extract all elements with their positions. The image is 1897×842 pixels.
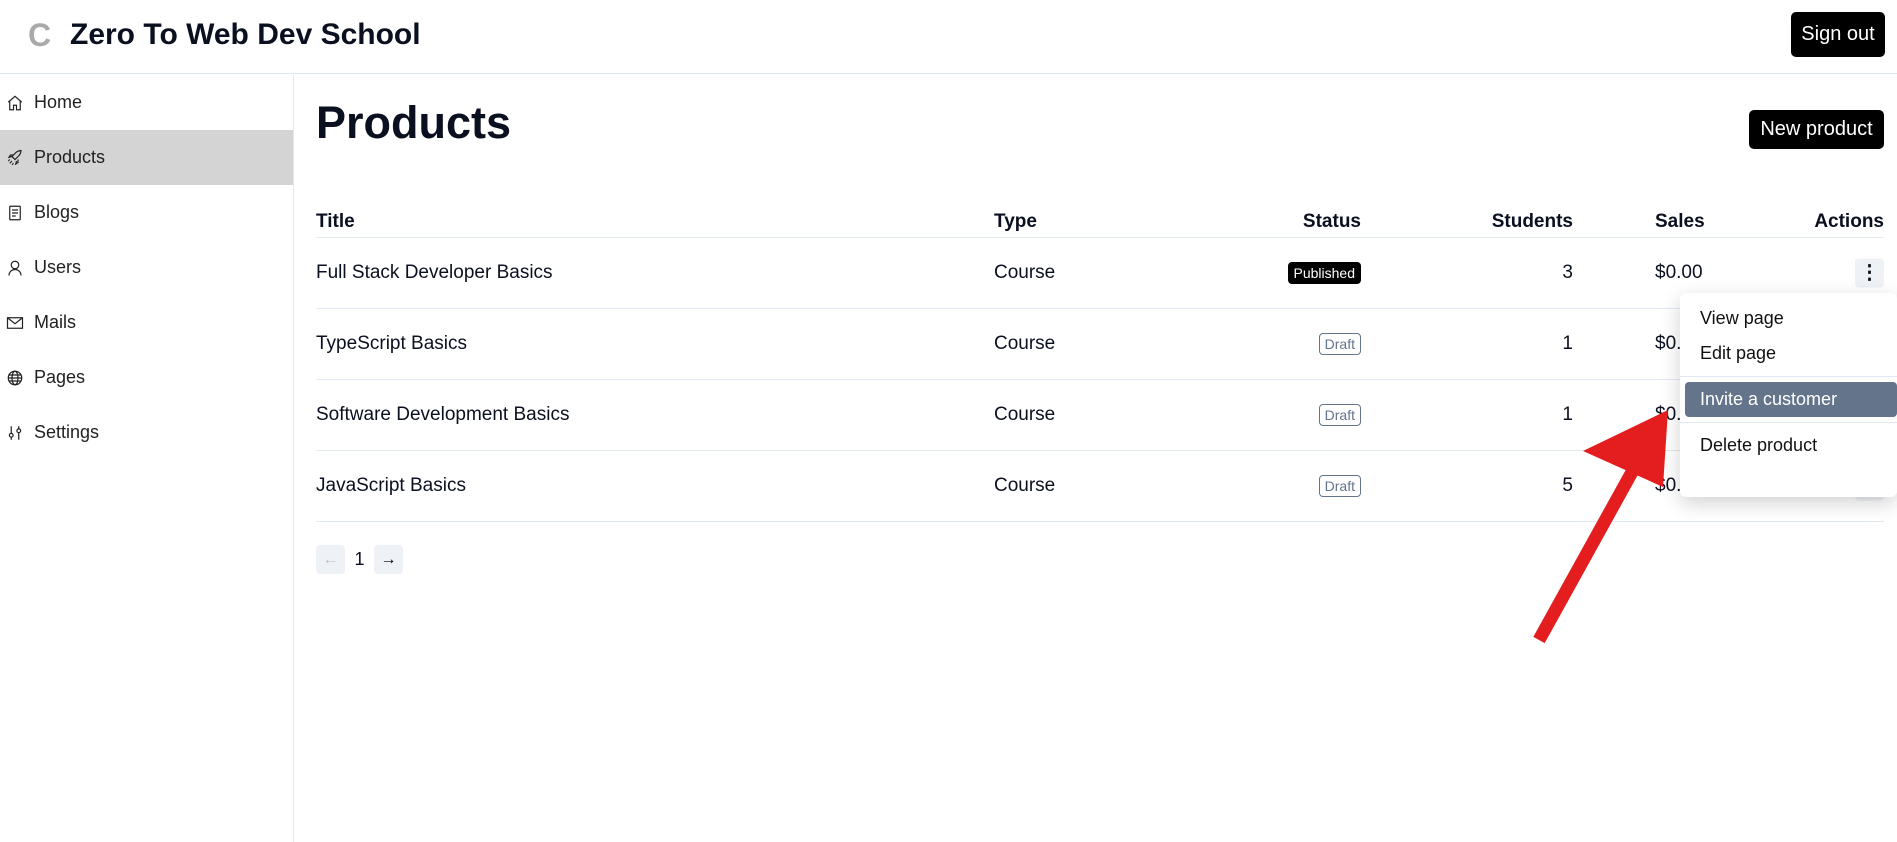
document-icon [9,205,21,220]
table-row: Full Stack Developer Basics Course Publi… [316,238,1884,309]
product-title[interactable]: TypeScript Basics [316,333,467,355]
home-icon [7,94,23,110]
menu-item-delete-product[interactable]: Delete product [1685,428,1897,463]
product-actions-menu: View page Edit page Invite a customer De… [1680,293,1897,497]
status-badge: Draft [1318,333,1361,355]
sidebar-item-label: Mails [34,312,77,332]
students-count: 5 [1562,475,1573,496]
brand-title: Zero To Web Dev School [70,18,421,51]
column-students: Students [1491,211,1573,232]
sidebar: Home Products Blogs Users Mails Pages Se… [0,75,294,842]
product-title[interactable]: Software Development Basics [316,404,569,426]
mail-icon [6,316,24,329]
students-count: 1 [1562,404,1573,425]
status-badge: Published [1287,262,1361,284]
menu-divider [1680,422,1897,423]
status-badge: Draft [1318,475,1361,497]
table-row: Software Development Basics Course Draft… [316,380,1884,451]
table-header: Title Type Status Students Sales Actions [316,205,1884,238]
table-row: TypeScript Basics Course Draft 1 $0.00 ⋮ [316,309,1884,380]
new-product-button[interactable]: New product [1749,110,1884,149]
students-count: 3 [1562,262,1573,283]
page-title: Products [316,97,512,148]
sidebar-item-label: Settings [34,422,100,442]
sidebar-item-blogs[interactable]: Blogs [0,185,293,240]
column-title: Title [316,211,355,232]
user-icon [8,260,22,276]
product-type: Course [994,475,1056,496]
product-type: Course [994,262,1056,283]
row-actions: ⋮ [1855,258,1884,288]
next-page-button[interactable]: → [374,545,403,574]
product-type: Course [994,333,1056,354]
menu-item-edit-page[interactable]: Edit page [1685,336,1897,371]
status-badge: Draft [1318,404,1361,426]
rocket-icon [7,149,22,165]
current-page[interactable]: 1 [345,549,374,570]
sidebar-item-settings[interactable]: Settings [0,405,293,460]
students-count: 1 [1562,333,1573,354]
prev-page-button[interactable]: ← [316,545,345,574]
status-badge-label: Draft [1318,475,1361,497]
column-type: Type [994,211,1037,232]
sidebar-item-label: Blogs [34,202,80,222]
menu-item-invite-customer[interactable]: Invite a customer [1685,382,1897,417]
sidebar-item-label: Users [34,257,82,277]
sidebar-item-label: Home [34,92,83,112]
sidebar-item-products[interactable]: Products [0,130,293,185]
top-header: C Zero To Web Dev School Sign out [0,0,1897,74]
sign-out-button[interactable]: Sign out [1791,12,1885,57]
menu-item-view-page[interactable]: View page [1685,301,1897,336]
pagination: ← 1 → [316,545,403,574]
column-sales: Sales [1655,211,1705,232]
more-actions-icon[interactable]: ⋮ [1855,258,1884,288]
product-title[interactable]: JavaScript Basics [316,475,466,497]
sidebar-item-users[interactable]: Users [0,240,293,295]
table-row: JavaScript Basics Course Draft 5 $0.00 ⋮ [316,451,1884,522]
column-actions: Actions [1814,211,1884,232]
status-badge-label: Draft [1318,333,1361,355]
column-status: Status [1302,211,1361,232]
sidebar-item-pages[interactable]: Pages [0,350,293,405]
product-title[interactable]: Full Stack Developer Basics [316,262,553,284]
status-badge-label: Draft [1318,404,1361,426]
logo-icon: C [28,17,52,53]
products-table: Title Type Status Students Sales Actions… [316,205,1884,522]
globe-icon [7,370,23,385]
sidebar-item-label: Pages [34,367,86,387]
product-type: Course [994,404,1056,425]
sliders-icon [8,425,22,440]
sidebar-item-home[interactable]: Home [0,75,293,130]
sidebar-item-label: Products [34,147,106,167]
sidebar-item-mails[interactable]: Mails [0,295,293,350]
status-badge-label: Published [1287,262,1361,284]
menu-divider [1680,376,1897,377]
sales-amount: $0.00 [1655,262,1703,283]
